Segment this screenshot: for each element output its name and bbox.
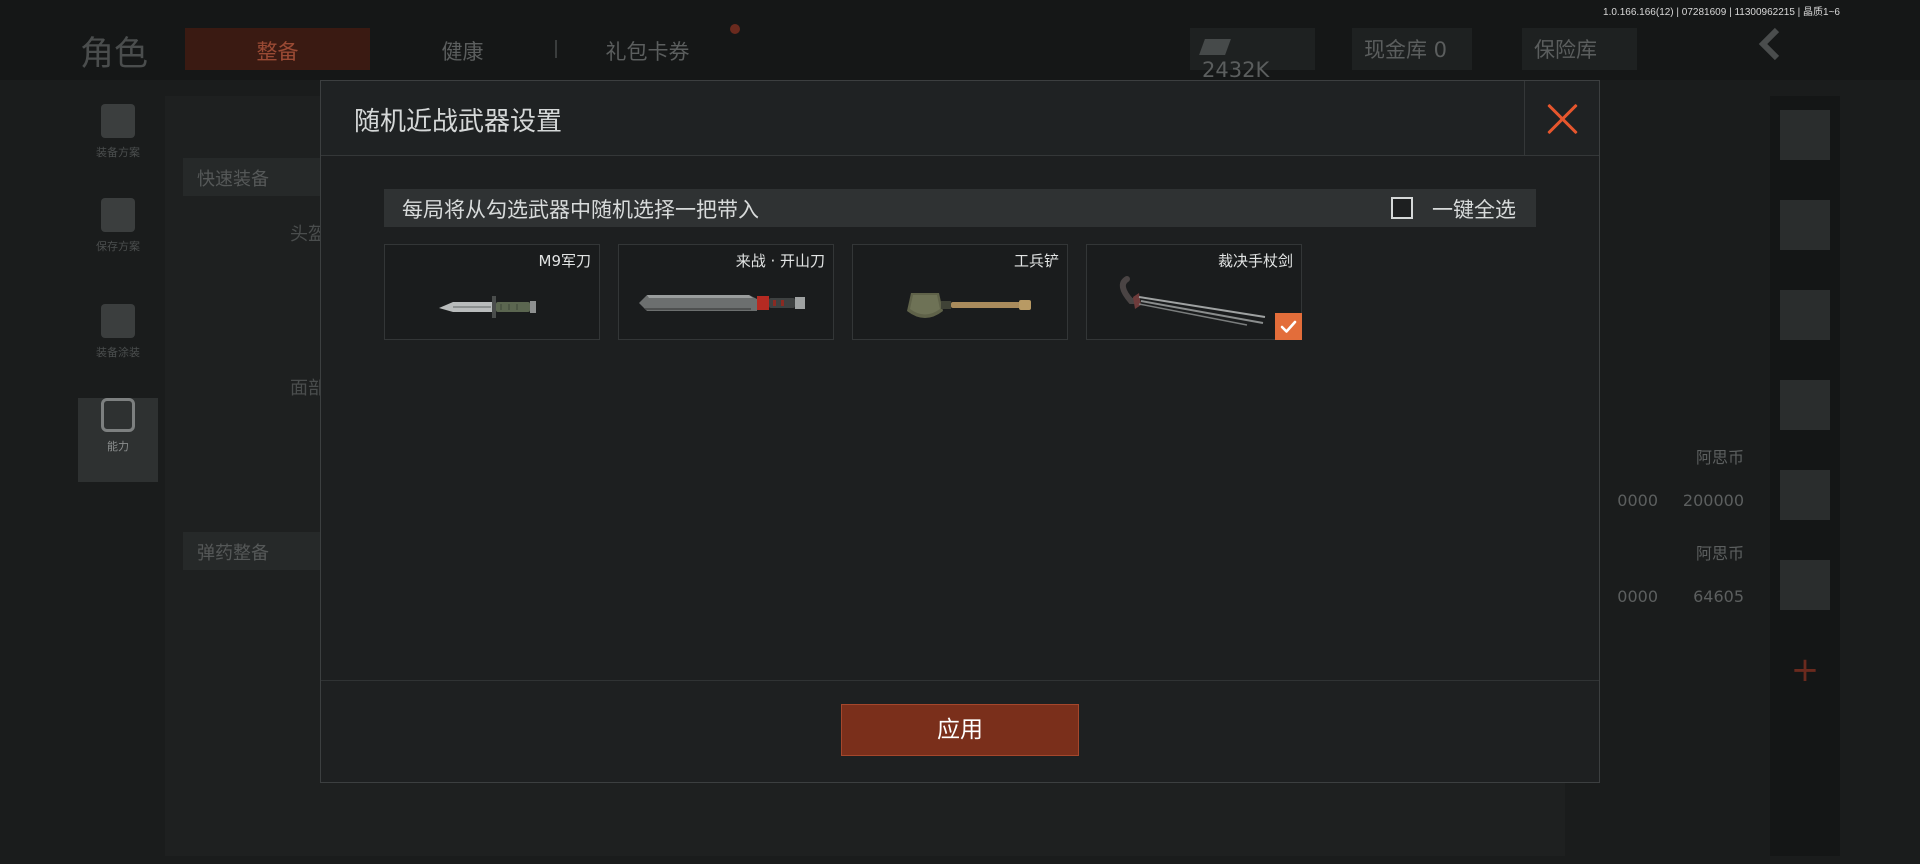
mask-icon	[101, 304, 135, 338]
bg-tab-health: 健康	[441, 40, 484, 64]
select-all-checkbox[interactable]	[1391, 197, 1413, 219]
bg-right-column: +	[1770, 96, 1840, 856]
shovel-icon	[907, 293, 1031, 318]
bg-page-title: 角色	[80, 34, 148, 74]
weapon-card-cane-sword[interactable]: 裁决手杖剑	[1086, 244, 1302, 340]
bg-card-value: 0000	[1617, 491, 1658, 510]
nav-label: 能力	[107, 440, 129, 453]
weapon-name: 来战 · 开山刀	[735, 252, 825, 270]
notice-bar: 每局将从勾选武器中随机选择一把带入 一键全选	[384, 189, 1536, 227]
nav-label: 装备方案	[96, 146, 140, 159]
apply-button[interactable]: 应用	[841, 704, 1079, 756]
bg-money-display: 2432K	[1190, 28, 1315, 82]
lightning-icon	[101, 398, 135, 432]
bg-tab-gift: 礼包卡券	[605, 40, 690, 64]
back-arrow-icon	[1758, 27, 1780, 61]
weapon-card-shovel[interactable]: 工兵铲	[852, 244, 1068, 340]
knife-icon	[439, 296, 536, 318]
bg-card-value: 200000	[1682, 491, 1744, 510]
download-icon	[101, 198, 135, 232]
bg-card-label: 阿思币	[1695, 448, 1744, 467]
nav-label: 装备涂装	[96, 346, 140, 359]
weapon-card-m9[interactable]: M9军刀	[384, 244, 600, 340]
weapon-checkbox-checked[interactable]	[1275, 313, 1302, 340]
nav-label: 保存方案	[96, 240, 140, 253]
refresh-icon	[1780, 200, 1830, 250]
bg-nav-skin: 装备涂装	[78, 304, 158, 388]
bg-insurance: 保险库	[1522, 28, 1637, 70]
layers-icon	[1780, 110, 1830, 160]
plus-icon: +	[1790, 650, 1820, 690]
tab-divider	[555, 40, 557, 58]
modal-footer: 应用	[321, 680, 1599, 782]
weapon-list: M9军刀 来战 · 开山刀 工兵铲 裁决手杖剑	[384, 244, 1536, 340]
bg-nav-ability: 能力	[78, 398, 158, 482]
helmet-icon	[1780, 290, 1830, 340]
bg-cash-vault: 现金库 0	[1352, 28, 1472, 70]
weapon-card-machete[interactable]: 来战 · 开山刀	[618, 244, 834, 340]
magazine-icon	[1780, 470, 1830, 520]
weapon-name: M9军刀	[538, 252, 592, 270]
modal-title: 随机近战武器设置	[354, 107, 563, 137]
weapon-name: 工兵铲	[1013, 252, 1059, 270]
bg-card-2: 阿思币 64605	[1668, 536, 1750, 616]
backpack-icon	[101, 104, 135, 138]
version-info: 1.0.166.166(12) | 07281609 | 11300962215…	[1603, 7, 1840, 18]
bg-quick-equip: 快速装备	[183, 158, 333, 196]
random-melee-modal: 随机近战武器设置 每局将从勾选武器中随机选择一把带入 一键全选 M9军刀 来战 …	[320, 80, 1600, 783]
bg-card-label: 阿思币	[1695, 544, 1744, 563]
modal-header: 随机近战武器设置	[321, 81, 1599, 156]
notice-text: 每局将从勾选武器中随机选择一把带入	[402, 198, 759, 222]
rifle-icon	[1780, 380, 1830, 430]
cane-sword-icon	[1119, 276, 1266, 326]
bg-ammo-equip: 弹药整备	[183, 532, 333, 570]
bg-nav-loadout: 装备方案	[78, 104, 158, 188]
close-icon	[1545, 101, 1580, 136]
bg-card-value: 0000	[1617, 587, 1658, 606]
bg-tab-equip: 整备	[185, 28, 370, 70]
money-value: 2432K	[1202, 58, 1270, 82]
select-all-toggle[interactable]: 一键全选	[1376, 193, 1516, 223]
bg-nav-save: 保存方案	[78, 198, 158, 282]
select-all-label: 一键全选	[1432, 198, 1516, 222]
check-icon	[1280, 320, 1297, 333]
bottle-icon	[1780, 560, 1830, 610]
notification-dot	[730, 24, 740, 34]
bg-left-nav: 装备方案 保存方案 装备涂装 能力	[78, 96, 158, 492]
bg-card-1: 阿思币 200000	[1668, 440, 1750, 520]
machete-icon	[639, 295, 805, 311]
weapon-name: 裁决手杖剑	[1217, 252, 1293, 270]
close-button[interactable]	[1524, 81, 1599, 156]
bg-card-value: 64605	[1693, 587, 1744, 606]
cash-icon	[1199, 39, 1231, 55]
